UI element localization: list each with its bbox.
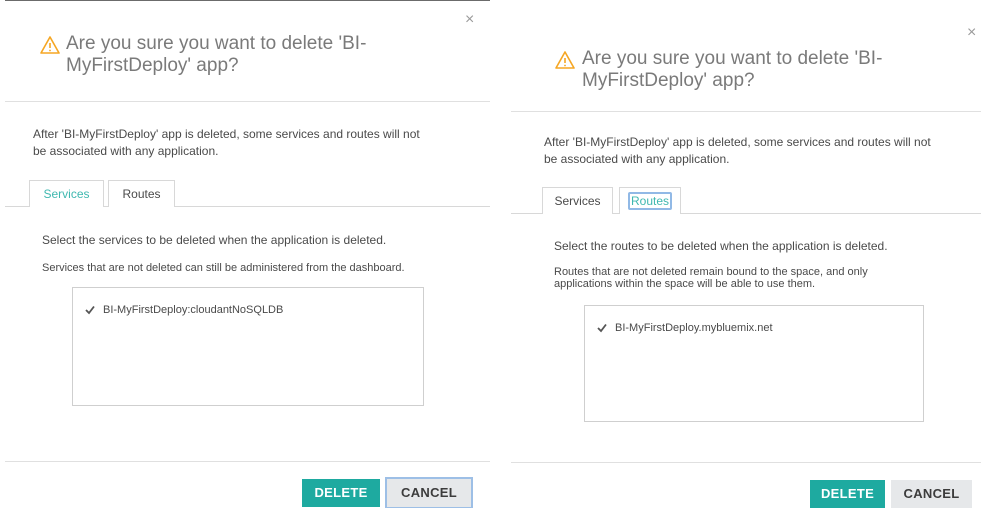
dialog-description: After 'BI-MyFirstDeploy' app is deleted,…	[544, 135, 931, 166]
instruction-text: Select the services to be deleted when t…	[42, 233, 387, 247]
tab-underline	[681, 213, 981, 214]
checkmark-icon	[85, 305, 95, 315]
dialog-title: Are you sure you want to delete 'BI- MyF…	[66, 33, 367, 76]
tab-services[interactable]: Services	[542, 187, 613, 214]
delete-button[interactable]: DELETE	[302, 479, 380, 507]
cancel-button[interactable]: CANCEL	[387, 479, 471, 507]
tab-services[interactable]: Services	[29, 180, 104, 207]
delete-app-dialog-routes: × Are you sure you want to delete 'BI- M…	[511, 0, 981, 508]
delete-button[interactable]: DELETE	[810, 480, 885, 508]
note-text: Services that are not deleted can still …	[42, 262, 405, 274]
tab-underline	[613, 213, 619, 214]
delete-app-dialog-services: × Are you sure you want to delete 'BI- M…	[0, 0, 490, 507]
footer-divider	[511, 462, 981, 463]
instruction-text: Select the routes to be deleted when the…	[554, 239, 888, 253]
services-list: BI-MyFirstDeploy:cloudantNoSQLDB	[72, 287, 424, 406]
tab-underline	[511, 213, 542, 214]
note-text: Routes that are not deleted remain bound…	[554, 266, 868, 290]
warning-icon	[555, 51, 575, 69]
list-item[interactable]: BI-MyFirstDeploy:cloudantNoSQLDB	[85, 304, 283, 316]
checkbox[interactable]	[597, 323, 607, 333]
list-item[interactable]: BI-MyFirstDeploy.mybluemix.net	[597, 322, 773, 334]
close-icon[interactable]: ×	[967, 25, 976, 41]
tab-routes[interactable]: Routes	[108, 180, 175, 207]
routes-list: BI-MyFirstDeploy.mybluemix.net	[584, 305, 924, 422]
tab-underline	[5, 206, 29, 207]
close-icon[interactable]: ×	[465, 12, 474, 28]
checkmark-icon	[597, 323, 607, 333]
checkbox[interactable]	[85, 305, 95, 315]
tab-underline	[104, 206, 108, 207]
tab-underline	[175, 206, 490, 207]
tab-routes[interactable]: Routes	[619, 187, 681, 214]
header-divider	[511, 111, 981, 112]
footer-divider	[5, 461, 490, 462]
dialog-title: Are you sure you want to delete 'BI- MyF…	[582, 48, 883, 91]
top-border	[5, 0, 490, 1]
cancel-button[interactable]: CANCEL	[891, 480, 972, 508]
dialog-description: After 'BI-MyFirstDeploy' app is deleted,…	[33, 127, 420, 158]
warning-icon	[40, 36, 60, 54]
header-divider	[5, 101, 490, 102]
route-name: BI-MyFirstDeploy.mybluemix.net	[615, 322, 773, 334]
service-name: BI-MyFirstDeploy:cloudantNoSQLDB	[103, 304, 284, 316]
